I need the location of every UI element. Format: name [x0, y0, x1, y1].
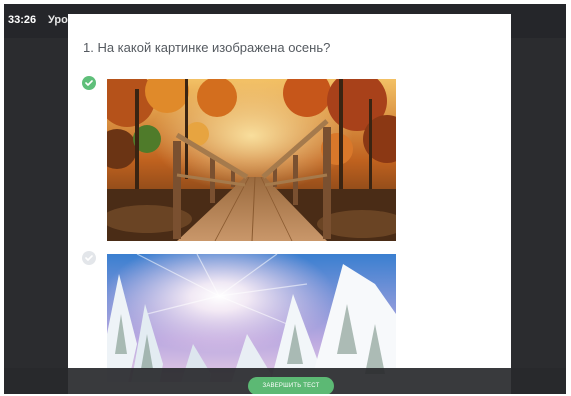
question-text: 1. На какой картинке изображена осень?	[83, 40, 331, 55]
finish-test-button[interactable]: завершить тест	[248, 377, 334, 394]
option-1-check-icon[interactable]	[82, 76, 96, 90]
option-2-radio-icon[interactable]	[82, 251, 96, 265]
app-frame: 33:26 Урок 4 1. На какой картинке изобра…	[4, 4, 566, 394]
option-1-autumn-image[interactable]	[107, 79, 396, 241]
timer: 33:26	[8, 14, 37, 26]
